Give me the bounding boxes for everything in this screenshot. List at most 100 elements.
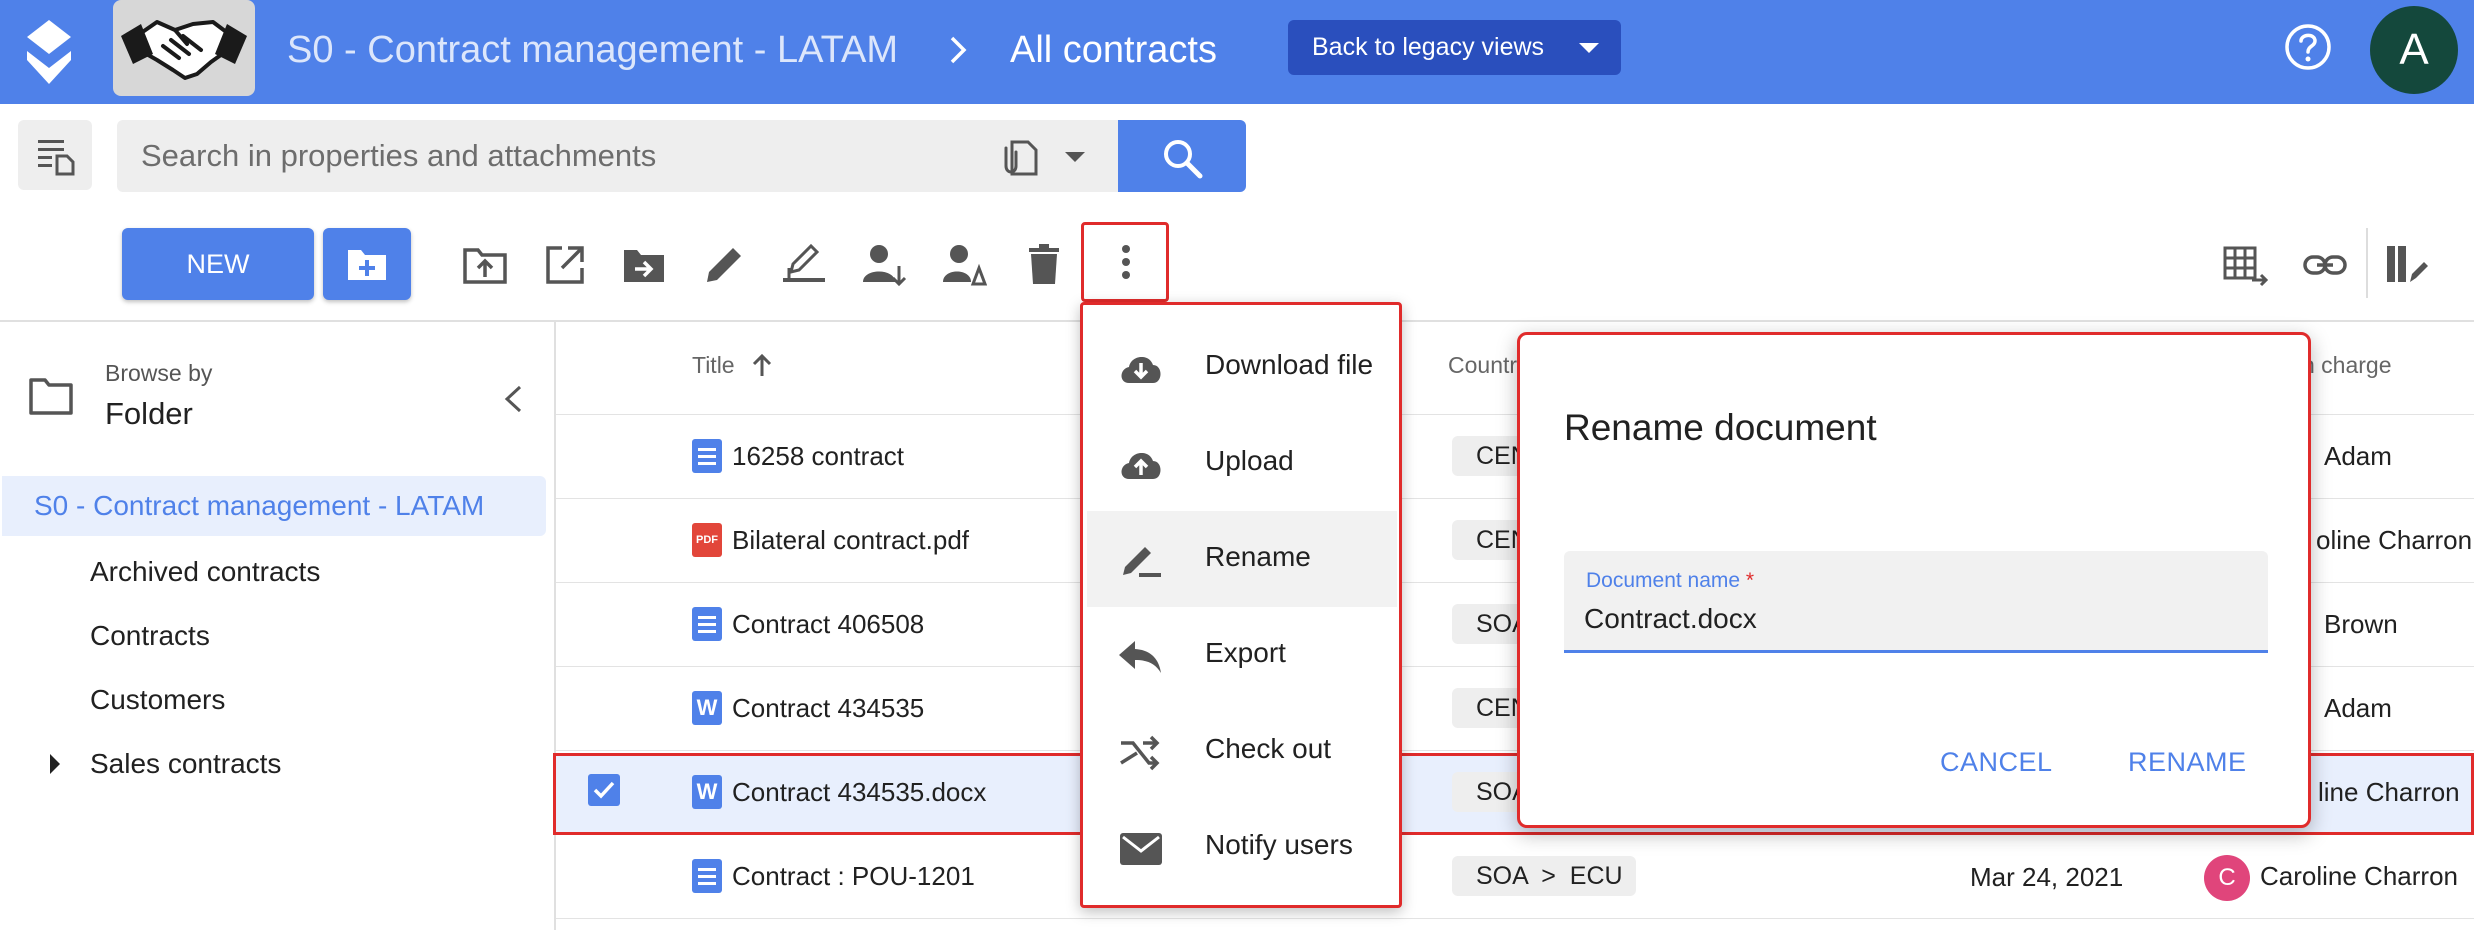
menu-item-label: Download file (1205, 349, 1374, 380)
handshake-icon (121, 20, 247, 80)
search-input[interactable] (117, 120, 1119, 192)
breadcrumb-current: All contracts (1010, 29, 1217, 71)
sort-ascending-icon[interactable] (750, 352, 774, 378)
date-cell: Mar 24, 2021 (1970, 862, 2124, 892)
bulk-edit-icon[interactable] (781, 242, 827, 288)
breadcrumb-root[interactable]: S0 - Contract management - LATAM (287, 22, 898, 78)
tree-item-sales-contracts[interactable]: Sales contracts (90, 748, 281, 780)
row-checkbox[interactable] (588, 774, 620, 806)
column-header-in-charge[interactable]: n charge (2302, 352, 2392, 379)
delete-icon[interactable] (1021, 242, 1067, 288)
in-charge-cell: Brown (2324, 609, 2398, 639)
more-vertical-icon (1122, 245, 1130, 279)
user-avatar-small: C (2204, 855, 2250, 901)
back-to-legacy-views-button[interactable]: Back to legacy views (1288, 20, 1621, 75)
cloud-upload-icon (1121, 452, 1161, 479)
rename-icon (1123, 547, 1161, 577)
in-charge-cell: Adam (2324, 693, 2392, 723)
row-divider (556, 918, 2474, 919)
search-icon (1164, 140, 1203, 179)
check-icon (593, 781, 615, 799)
share-user-icon[interactable] (941, 242, 987, 288)
menu-item-notify-users[interactable]: Notify users (1087, 799, 1397, 895)
column-header-country[interactable]: Countr (1448, 352, 1517, 379)
menu-item-upload[interactable]: Upload (1087, 415, 1397, 511)
breadcrumb-chevron-icon (948, 22, 988, 78)
document-file-icon (692, 439, 722, 473)
menu-item-label: Check out (1205, 733, 1332, 764)
dialog-title: Rename document (1564, 407, 1877, 448)
document-list-toggle-button[interactable] (18, 120, 92, 190)
menu-item-label: Export (1205, 637, 1286, 668)
new-button[interactable]: NEW (122, 228, 314, 300)
table-row-title[interactable]: Contract 406508 (732, 609, 924, 640)
open-in-new-icon[interactable] (542, 242, 588, 288)
required-mark: * (1745, 569, 1755, 592)
menu-item-label: Notify users (1205, 829, 1353, 860)
document-file-icon (692, 859, 722, 893)
workspace-thumbnail (113, 0, 255, 96)
column-header-title[interactable]: Title (692, 352, 735, 379)
menu-item-rename[interactable]: Rename (1087, 511, 1397, 607)
document-file-icon (692, 607, 722, 641)
pdf-file-icon: PDF (692, 523, 722, 557)
help-icon[interactable] (2283, 22, 2333, 72)
edit-columns-icon[interactable] (2384, 242, 2430, 288)
cancel-button[interactable]: CANCEL (1940, 747, 2053, 778)
in-charge-cell: oline Charron (2316, 525, 2473, 555)
export-table-icon[interactable] (2222, 242, 2268, 288)
browse-mode-selector[interactable]: Folder (105, 396, 193, 432)
country-chip: SOA > ECU (1452, 856, 1636, 896)
attachment-search-icon[interactable] (998, 136, 1042, 180)
document-list-icon (38, 140, 75, 176)
upload-to-folder-icon[interactable] (462, 242, 508, 288)
app-logo-icon[interactable] (22, 18, 76, 88)
reply-export-icon (1119, 641, 1161, 673)
document-name-input[interactable] (1584, 599, 2244, 639)
collapse-sidebar-icon[interactable] (500, 384, 526, 414)
dropdown-caret-icon (1579, 43, 1599, 53)
menu-item-export[interactable]: Export (1087, 607, 1397, 703)
table-row-title[interactable]: Contract : POU-1201 (732, 861, 975, 892)
word-file-icon: W (692, 691, 722, 725)
check-out-shuffle-icon (1120, 735, 1160, 771)
more-actions-menu: Download file Upload Rename Export Check… (1080, 302, 1402, 908)
more-actions-button[interactable] (1081, 222, 1169, 302)
in-charge-cell: Caroline Charron (2260, 861, 2458, 891)
document-name-label: Document name * (1586, 569, 1754, 593)
manage-user-icon[interactable] (861, 242, 907, 288)
tree-item-root[interactable]: S0 - Contract management - LATAM (2, 476, 546, 536)
attachment-dropdown-caret-icon[interactable] (1065, 152, 1085, 162)
table-row-title[interactable]: 16258 contract (732, 441, 904, 472)
search-button[interactable] (1118, 120, 1246, 192)
table-row-title[interactable]: Contract 434535 (732, 693, 924, 724)
expand-caret-icon[interactable] (50, 754, 60, 774)
toolbar-divider (2366, 228, 2368, 298)
document-name-field[interactable]: Document name * (1564, 551, 2268, 653)
envelope-icon (1120, 833, 1162, 865)
table-row-title[interactable]: Contract 434535.docx (732, 777, 986, 808)
tree-item-archived-contracts[interactable]: Archived contracts (90, 556, 320, 588)
legacy-button-label: Back to legacy views (1312, 33, 1545, 61)
user-avatar[interactable]: A (2370, 6, 2458, 94)
menu-item-label: Upload (1205, 445, 1294, 476)
move-to-folder-icon[interactable] (621, 242, 667, 288)
tree-item-customers[interactable]: Customers (90, 684, 225, 716)
menu-item-download-file[interactable]: Download file (1087, 319, 1397, 415)
table-row-title[interactable]: Bilateral contract.pdf (732, 525, 969, 556)
new-folder-button[interactable] (323, 228, 411, 300)
add-folder-icon (348, 250, 386, 280)
in-charge-cell: Adam (2324, 441, 2392, 471)
rename-dialog: Rename document Document name * CANCEL R… (1517, 332, 2311, 828)
word-file-icon: W (692, 775, 722, 809)
cloud-download-icon (1121, 356, 1161, 383)
tree-item-contracts[interactable]: Contracts (90, 620, 210, 652)
menu-item-check-out[interactable]: Check out (1087, 703, 1397, 799)
rename-button[interactable]: RENAME (2128, 747, 2247, 778)
browse-by-label: Browse by (105, 360, 213, 386)
edit-pencil-icon[interactable] (701, 242, 747, 288)
in-charge-cell: line Charron (2318, 777, 2460, 807)
top-bar: S0 - Contract management - LATAM All con… (0, 0, 2474, 104)
link-icon[interactable] (2302, 242, 2348, 288)
folder-icon (29, 378, 73, 415)
